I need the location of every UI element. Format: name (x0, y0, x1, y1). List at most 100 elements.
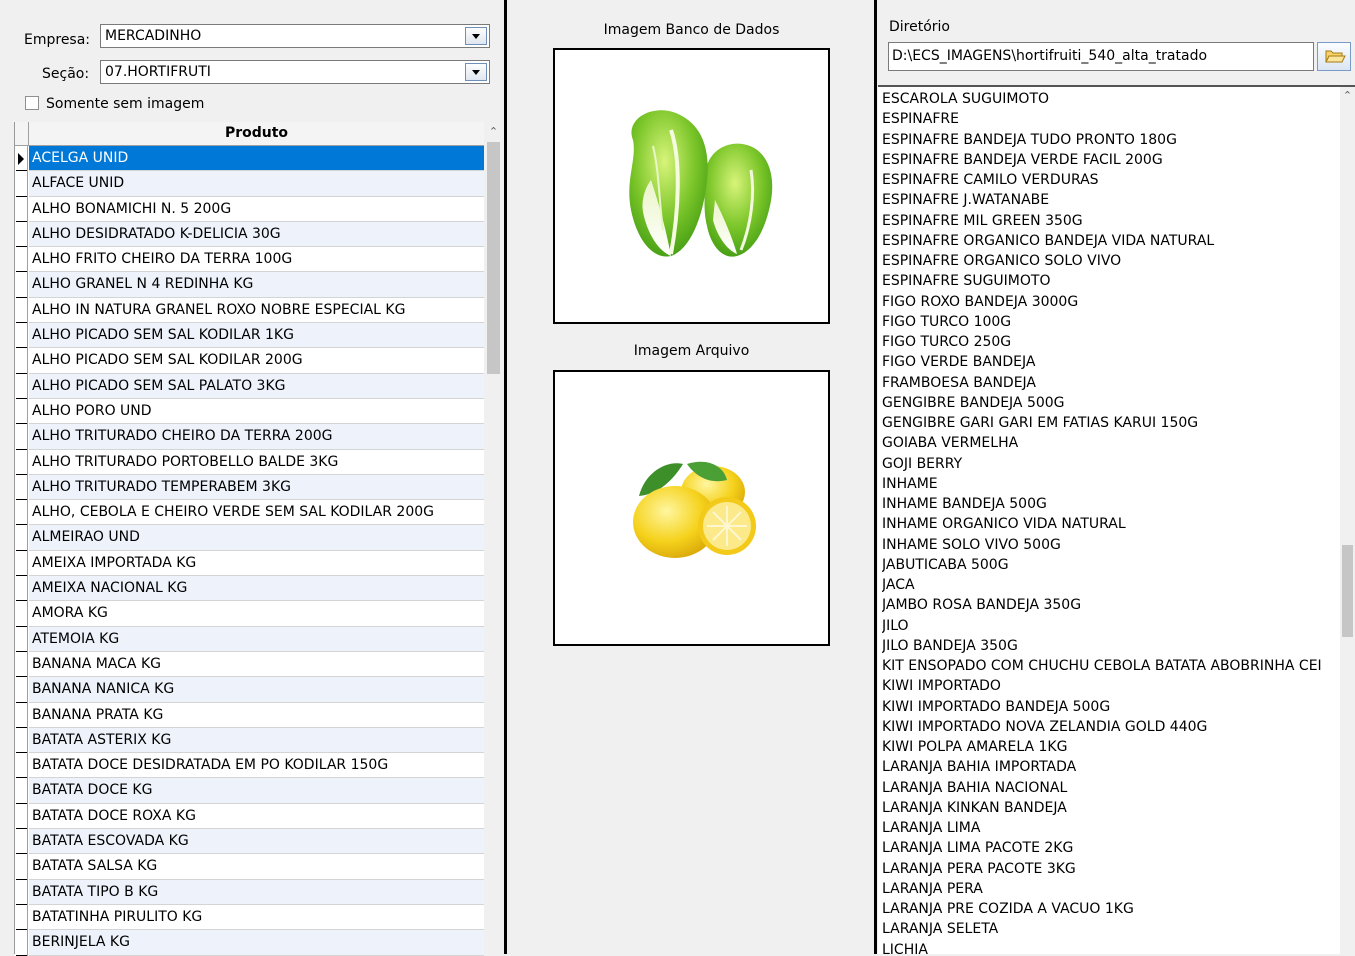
somente-sem-imagem-checkbox[interactable] (25, 96, 39, 110)
row-indicator[interactable] (15, 829, 28, 855)
browse-folder-button[interactable] (1317, 42, 1351, 71)
table-row[interactable]: ALHO PICADO SEM SAL KODILAR 1KG (15, 323, 484, 349)
product-cell[interactable]: ALHO PICADO SEM SAL KODILAR 200G (29, 348, 484, 374)
list-item[interactable]: ESPINAFRE BANDEJA TUDO PRONTO 180G (882, 130, 1340, 150)
table-row[interactable]: ALHO TRITURADO PORTOBELLO BALDE 3KG (15, 449, 484, 476)
panel-divider[interactable] (504, 0, 507, 954)
product-cell[interactable]: ALHO PICADO SEM SAL PALATO 3KG (29, 373, 484, 399)
empresa-select[interactable]: MERCADINHO (100, 24, 490, 48)
list-item[interactable]: KIWI IMPORTADO BANDEJA 500G (882, 697, 1340, 717)
list-item[interactable]: GOJI BERRY (882, 454, 1340, 474)
row-indicator[interactable] (15, 677, 28, 703)
table-row[interactable]: AMEIXA IMPORTADA KG (15, 550, 484, 577)
table-row[interactable]: BATATINHA PIRULITO KG (15, 904, 484, 931)
product-cell[interactable]: BATATINHA PIRULITO KG (29, 904, 484, 931)
row-indicator[interactable] (15, 601, 28, 627)
table-row[interactable]: BATATA ESCOVADA KG (15, 829, 484, 855)
row-indicator[interactable] (15, 398, 28, 425)
table-row[interactable]: ALFACE UNID (15, 171, 484, 197)
row-indicator[interactable] (15, 904, 28, 931)
table-row[interactable]: ALHO FRITO CHEIRO DA TERRA 100G (15, 247, 484, 273)
product-cell[interactable]: AMEIXA NACIONAL KG (29, 576, 484, 602)
table-row[interactable]: ALHO DESIDRATADO K-DELICIA 30G (15, 221, 484, 248)
list-item[interactable]: ESPINAFRE MIL GREEN 350G (882, 211, 1340, 231)
row-indicator[interactable] (15, 171, 28, 197)
list-item[interactable]: INHAME BANDEJA 500G (882, 494, 1340, 514)
table-row[interactable]: BANANA PRATA KG (15, 702, 484, 729)
row-indicator[interactable] (15, 297, 28, 324)
list-item[interactable]: ESPINAFRE J.WATANABE (882, 190, 1340, 210)
table-row[interactable]: ALHO TRITURADO TEMPERABEM 3KG (15, 474, 484, 501)
table-row[interactable]: ALHO, CEBOLA E CHEIRO VERDE SEM SAL KODI… (15, 500, 484, 526)
product-cell[interactable]: ALHO GRANEL N 4 REDINHA KG (29, 272, 484, 298)
product-cell[interactable]: ALHO BONAMICHI N. 5 200G (29, 196, 484, 222)
list-item[interactable]: LARANJA BAHIA IMPORTADA (882, 757, 1340, 777)
product-cell[interactable]: BATATA SALSA KG (29, 854, 484, 880)
row-indicator[interactable] (15, 247, 28, 273)
row-indicator[interactable] (15, 449, 28, 476)
table-row[interactable]: ACELGA UNID (15, 146, 484, 172)
scroll-up-icon[interactable]: ⌃ (1340, 89, 1355, 103)
product-cell[interactable]: ALHO TRITURADO TEMPERABEM 3KG (29, 474, 484, 501)
table-row[interactable]: ALHO BONAMICHI N. 5 200G (15, 196, 484, 223)
list-item[interactable]: LARANJA LIMA PACOTE 2KG (882, 838, 1340, 858)
row-indicator[interactable] (15, 272, 28, 299)
row-indicator[interactable] (15, 753, 28, 779)
list-item[interactable]: LARANJA KINKAN BANDEJA (882, 798, 1340, 818)
list-item[interactable]: JACA (882, 575, 1340, 595)
list-item[interactable]: INHAME SOLO VIVO 500G (882, 535, 1340, 555)
chevron-down-icon[interactable] (465, 63, 487, 81)
table-row[interactable]: ALHO PICADO SEM SAL KODILAR 200G (15, 348, 484, 374)
list-item[interactable]: ESPINAFRE ORGANICO SOLO VIVO (882, 251, 1340, 271)
product-cell[interactable]: ALHO, CEBOLA E CHEIRO VERDE SEM SAL KODI… (29, 500, 484, 526)
row-indicator[interactable] (15, 525, 28, 552)
product-cell[interactable]: ALHO PORO UND (29, 398, 484, 425)
list-item[interactable]: FIGO VERDE BANDEJA (882, 352, 1340, 372)
row-indicator[interactable] (15, 323, 28, 349)
row-indicator[interactable] (15, 221, 28, 248)
list-item[interactable]: ESCAROLA SUGUIMOTO (882, 89, 1340, 109)
product-cell[interactable]: BANANA PRATA KG (29, 702, 484, 728)
directory-input[interactable]: D:\ECS_IMAGENS\hortifruiti_540_alta_trat… (888, 42, 1314, 71)
product-cell[interactable]: ALMEIRAO UND (29, 525, 484, 551)
list-item[interactable]: GOIABA VERMELHA (882, 433, 1340, 453)
row-indicator[interactable] (15, 651, 28, 678)
scroll-thumb[interactable] (487, 142, 500, 374)
table-row[interactable]: BATATA DOCE DESIDRATADA EM PO KODILAR 15… (15, 753, 484, 779)
table-row[interactable]: BANANA NANICA KG (15, 677, 484, 703)
list-item[interactable]: KIWI IMPORTADO (882, 676, 1340, 696)
chevron-down-icon[interactable] (465, 27, 487, 45)
row-indicator[interactable] (15, 348, 28, 374)
row-indicator[interactable] (15, 854, 28, 880)
product-cell[interactable]: BATATA DOCE KG (29, 778, 484, 804)
row-indicator[interactable] (15, 702, 28, 729)
table-row[interactable]: ALHO TRITURADO CHEIRO DA TERRA 200G (15, 424, 484, 450)
scroll-up-icon[interactable]: ⌃ (484, 124, 503, 140)
list-item[interactable]: FIGO ROXO BANDEJA 3000G (882, 292, 1340, 312)
row-indicator[interactable] (15, 879, 28, 906)
row-indicator[interactable] (15, 778, 28, 805)
list-item[interactable]: KIWI IMPORTADO NOVA ZELANDIA GOLD 440G (882, 717, 1340, 737)
table-row[interactable]: BATATA TIPO B KG (15, 879, 484, 906)
product-cell[interactable]: BATATA DOCE ROXA KG (29, 803, 484, 830)
scroll-thumb[interactable] (1342, 545, 1353, 637)
list-item[interactable]: ESPINAFRE (882, 109, 1340, 129)
grid-scrollbar[interactable]: ⌃ (484, 122, 503, 954)
table-row[interactable]: AMORA KG (15, 601, 484, 627)
panel-divider-right[interactable] (874, 0, 877, 954)
table-row[interactable]: ALHO IN NATURA GRANEL ROXO NOBRE ESPECIA… (15, 297, 484, 324)
list-item[interactable]: JAMBO ROSA BANDEJA 350G (882, 595, 1340, 615)
table-row[interactable]: ALHO PICADO SEM SAL PALATO 3KG (15, 373, 484, 400)
list-item[interactable]: JABUTICABA 500G (882, 555, 1340, 575)
table-row[interactable]: BATATA DOCE KG (15, 778, 484, 805)
list-item[interactable]: ESPINAFRE CAMILO VERDURAS (882, 170, 1340, 190)
list-item[interactable]: KIT ENSOPADO COM CHUCHU CEBOLA BATATA AB… (882, 656, 1340, 676)
list-item[interactable]: KIWI POLPA AMARELA 1KG (882, 737, 1340, 757)
list-item[interactable]: GENGIBRE GARI GARI EM FATIAS KARUI 150G (882, 413, 1340, 433)
list-item[interactable]: ESPINAFRE ORGANICO BANDEJA VIDA NATURAL (882, 231, 1340, 251)
product-cell[interactable]: ALFACE UNID (29, 171, 484, 197)
product-cell[interactable]: ALHO FRITO CHEIRO DA TERRA 100G (29, 247, 484, 273)
row-indicator[interactable] (15, 930, 28, 956)
file-list[interactable]: ESCAROLA SUGUIMOTO ESPINAFRE ESPINAFRE BAN… (878, 85, 1355, 954)
row-indicator[interactable] (15, 626, 28, 653)
